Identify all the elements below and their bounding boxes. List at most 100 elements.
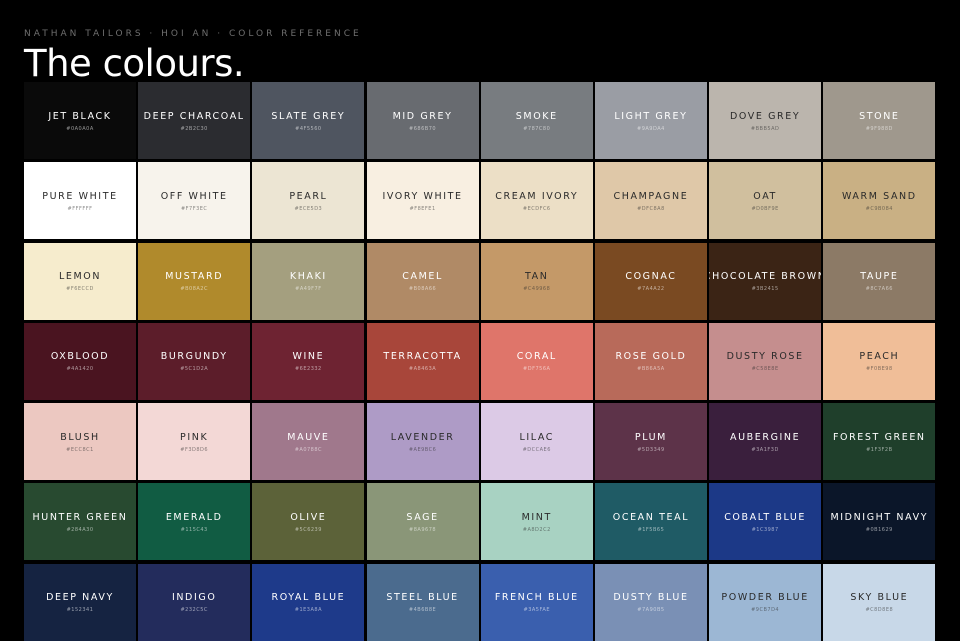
swatch-hex-code: #9F988D bbox=[865, 125, 893, 132]
swatch-hex-code: #B08A2C bbox=[180, 286, 208, 293]
swatch-name: KHAKI bbox=[289, 271, 327, 283]
color-swatch[interactable]: CAMEL #B08A66 bbox=[366, 242, 479, 320]
swatch-name: LEMON bbox=[58, 271, 102, 283]
color-swatch[interactable]: KHAKI #A49F7F bbox=[252, 242, 365, 320]
color-swatch[interactable]: PLUM #5D3349 bbox=[594, 403, 707, 481]
swatch-hex-code: #F8EFE1 bbox=[409, 205, 436, 212]
swatch-hex-code: #152341 bbox=[66, 607, 94, 614]
color-swatch[interactable]: MAUVE #A0788C bbox=[252, 403, 365, 481]
swatch-name: PINK bbox=[180, 431, 209, 443]
color-swatch[interactable]: PURE WHITE #FFFFFF bbox=[24, 162, 136, 240]
swatch-name: PEACH bbox=[859, 351, 900, 363]
swatch-hex-code: #115C43 bbox=[180, 526, 208, 533]
color-swatch[interactable]: CHOCOLATE BROWN #3B2415 bbox=[709, 242, 822, 320]
color-swatch[interactable]: LIGHT GREY #9A9DA4 bbox=[594, 82, 707, 159]
swatch-name: OLIVE bbox=[290, 511, 327, 523]
swatch-name: CHAMPAGNE bbox=[613, 190, 689, 202]
color-swatch[interactable]: LEMON #F6ECCD bbox=[24, 242, 136, 320]
color-swatch[interactable]: WARM SAND #C9B084 bbox=[823, 162, 936, 240]
swatch-name: MAUVE bbox=[287, 431, 330, 443]
swatch-name: ROYAL BLUE bbox=[271, 592, 346, 604]
swatch-name: CAMEL bbox=[402, 271, 443, 283]
swatch-name: AUBERGINE bbox=[730, 431, 801, 443]
color-swatch[interactable]: CORAL #DF756A bbox=[480, 322, 593, 400]
color-swatch[interactable]: STEEL BLUE #4B6B8E bbox=[366, 563, 479, 641]
swatch-name: SLATE GREY bbox=[271, 110, 346, 122]
color-swatch[interactable]: LILAC #DCCAE6 bbox=[480, 403, 593, 481]
color-swatch[interactable]: MID GREY #686B70 bbox=[366, 82, 479, 159]
color-swatch[interactable]: POWDER BLUE #9CB7D4 bbox=[709, 563, 822, 641]
swatch-name: STONE bbox=[859, 110, 900, 122]
swatch-hex-code: #8C7A66 bbox=[865, 286, 893, 293]
color-swatch[interactable]: FRENCH BLUE #3A5FAE bbox=[480, 563, 593, 641]
swatch-hex-code: #A8463A bbox=[408, 366, 437, 373]
color-swatch[interactable]: BLUSH #ECC8C1 bbox=[24, 403, 136, 481]
swatch-name: CHOCOLATE BROWN bbox=[709, 271, 822, 283]
swatch-hex-code: #D0BF9E bbox=[751, 205, 779, 212]
color-swatch[interactable]: MUSTARD #B08A2C bbox=[138, 242, 251, 320]
color-swatch[interactable]: OXBLOOD #4A1420 bbox=[24, 322, 136, 400]
swatch-hex-code: #BBB5AD bbox=[750, 125, 780, 132]
color-swatch[interactable]: COBALT BLUE #1C3987 bbox=[709, 483, 822, 561]
color-swatch[interactable]: MIDNIGHT NAVY #0B1629 bbox=[823, 483, 936, 561]
swatch-name: PURE WHITE bbox=[42, 190, 118, 202]
swatch-hex-code: #5D3349 bbox=[637, 446, 665, 453]
swatch-name: MINT bbox=[521, 511, 552, 523]
color-swatch[interactable]: PEACH #F0BE98 bbox=[823, 322, 936, 400]
color-swatch[interactable]: TAUPE #8C7A66 bbox=[823, 242, 936, 320]
color-swatch[interactable]: WINE #6E2332 bbox=[252, 322, 365, 400]
color-swatch[interactable]: ROYAL BLUE #1E3A8A bbox=[252, 563, 365, 641]
color-swatch[interactable]: DUSTY BLUE #7A90B5 bbox=[594, 563, 707, 641]
swatch-name: DUSTY ROSE bbox=[726, 351, 804, 363]
swatch-hex-code: #5C6239 bbox=[294, 526, 322, 533]
page-title: The colours. bbox=[24, 42, 245, 85]
color-swatch[interactable]: PINK #F3D8D6 bbox=[138, 403, 251, 481]
swatch-name: BLUSH bbox=[60, 431, 100, 443]
color-swatch[interactable]: LAVENDER #AE9BC6 bbox=[366, 403, 479, 481]
color-swatch[interactable]: COGNAC #7A4A22 bbox=[594, 242, 707, 320]
color-swatch[interactable]: IVORY WHITE #F8EFE1 bbox=[366, 162, 479, 240]
color-swatch-grid: JET BLACK #0A0A0A DEEP CHARCOAL #2B2C30 SLAT… bbox=[24, 82, 938, 641]
color-swatch[interactable]: OFF WHITE #F7F3EC bbox=[138, 162, 251, 240]
color-swatch[interactable]: FOREST GREEN #1F3F2B bbox=[823, 403, 936, 481]
swatch-hex-code: #DCCAE6 bbox=[522, 446, 551, 453]
color-swatch[interactable]: CREAM IVORY #ECDFC6 bbox=[480, 162, 593, 240]
color-swatch[interactable]: TAN #C49968 bbox=[480, 242, 593, 320]
color-swatch[interactable]: SMOKE #787C80 bbox=[480, 82, 593, 159]
color-swatch[interactable]: DEEP NAVY #152341 bbox=[24, 563, 136, 641]
color-swatch[interactable]: TERRACOTTA #A8463A bbox=[366, 322, 479, 400]
swatch-name: POWDER BLUE bbox=[721, 592, 809, 604]
color-swatch[interactable]: DEEP CHARCOAL #2B2C30 bbox=[138, 82, 251, 159]
color-swatch[interactable]: STONE #9F988D bbox=[823, 82, 936, 159]
swatch-hex-code: #F6ECCD bbox=[66, 286, 94, 293]
swatch-hex-code: #FFFFFF bbox=[67, 205, 93, 212]
color-swatch[interactable]: JET BLACK #0A0A0A bbox=[24, 82, 136, 159]
swatch-hex-code: #F7F3EC bbox=[180, 205, 208, 212]
swatch-hex-code: #9CB7D4 bbox=[751, 607, 780, 614]
swatch-hex-code: #9A9DA4 bbox=[637, 125, 665, 132]
color-swatch[interactable]: OLIVE #5C6239 bbox=[252, 483, 365, 561]
swatch-name: FOREST GREEN bbox=[832, 431, 926, 443]
color-swatch[interactable]: EMERALD #115C43 bbox=[138, 483, 251, 561]
color-swatch[interactable]: SLATE GREY #4F5560 bbox=[252, 82, 365, 159]
color-swatch[interactable]: HUNTER GREEN #284A30 bbox=[24, 483, 136, 561]
color-swatch[interactable]: SKY BLUE #C8D8E8 bbox=[823, 563, 936, 641]
swatch-name: MIDNIGHT NAVY bbox=[830, 511, 929, 523]
swatch-hex-code: #C58E8E bbox=[751, 366, 779, 373]
color-swatch[interactable]: SAGE #8A9678 bbox=[366, 483, 479, 561]
swatch-name: LILAC bbox=[519, 431, 555, 443]
color-swatch[interactable]: MINT #A8D2C2 bbox=[480, 483, 593, 561]
color-swatch[interactable]: DUSTY ROSE #C58E8E bbox=[709, 322, 822, 400]
swatch-name: LAVENDER bbox=[390, 431, 455, 443]
color-swatch[interactable]: AUBERGINE #3A1F3D bbox=[709, 403, 822, 481]
color-swatch[interactable]: CHAMPAGNE #DFC8A8 bbox=[594, 162, 707, 240]
color-swatch[interactable]: DOVE GREY #BBB5AD bbox=[709, 82, 822, 159]
color-swatch[interactable]: PEARL #ECE5D3 bbox=[252, 162, 365, 240]
color-swatch[interactable]: ROSE GOLD #B86A5A bbox=[594, 322, 707, 400]
color-swatch[interactable]: BURGUNDY #5C1D2A bbox=[138, 322, 251, 400]
color-swatch[interactable]: OCEAN TEAL #1F5B65 bbox=[594, 483, 707, 561]
swatch-hex-code: #7A4A22 bbox=[637, 286, 665, 293]
swatch-hex-code: #6E2332 bbox=[294, 366, 322, 373]
color-swatch[interactable]: OAT #D0BF9E bbox=[709, 162, 822, 240]
color-swatch[interactable]: INDIGO #232C5C bbox=[138, 563, 251, 641]
